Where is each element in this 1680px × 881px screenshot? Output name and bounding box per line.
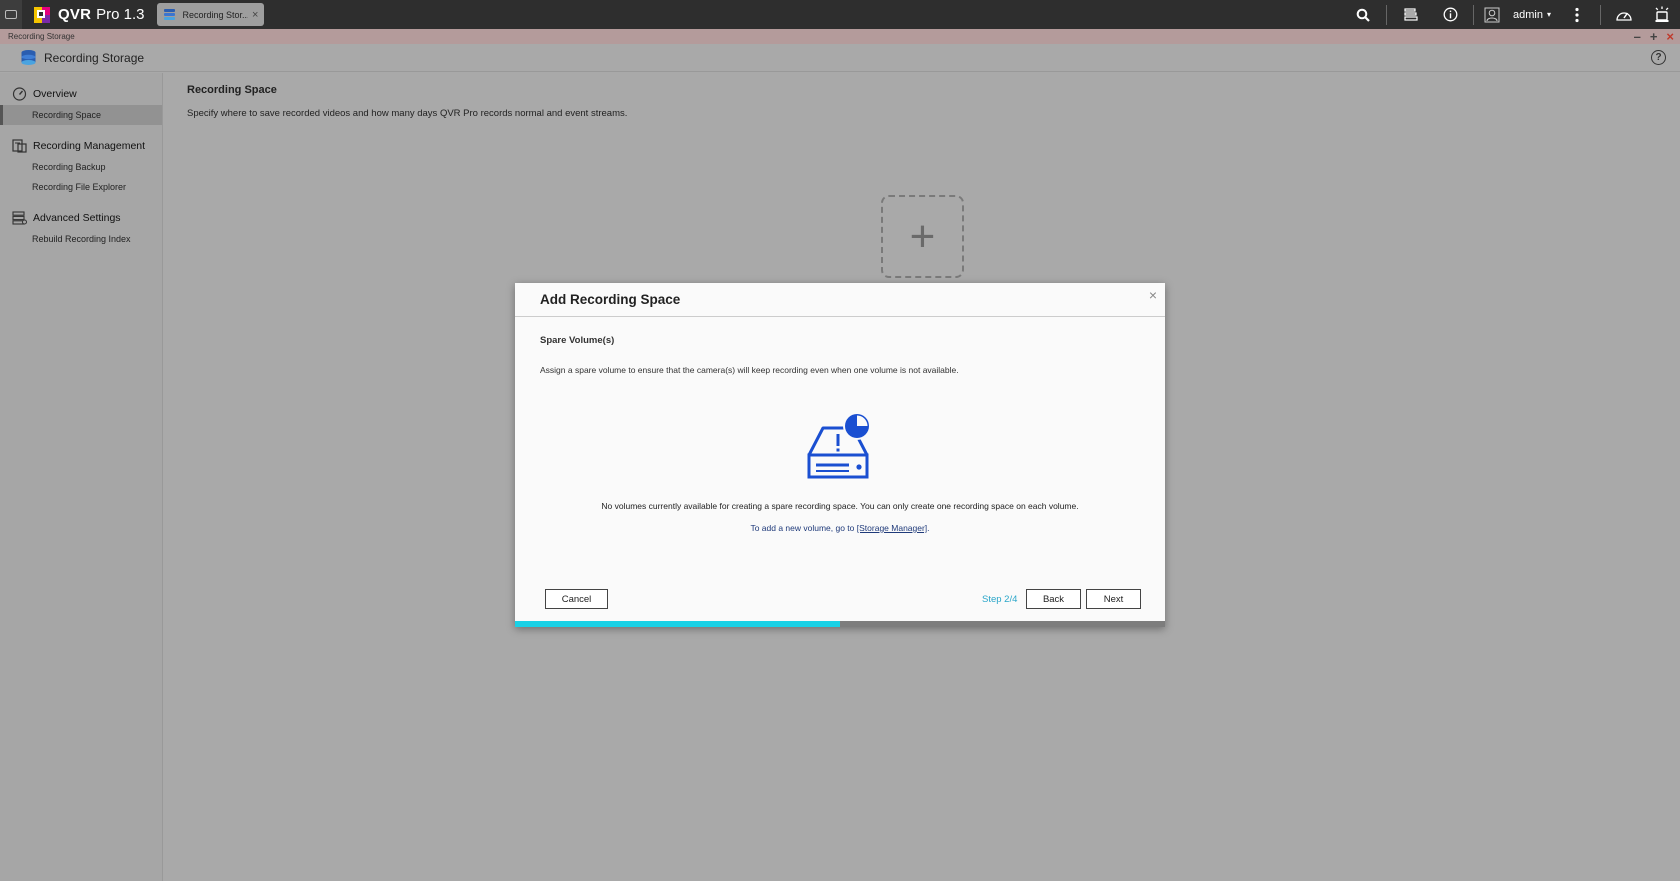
brand: QVR Pro 1.3 xyxy=(34,0,144,29)
page-description: Specify where to save recorded videos an… xyxy=(187,108,628,119)
app-header: Recording Storage ? xyxy=(0,44,1680,72)
qvr-logo-icon xyxy=(34,6,50,23)
cancel-button[interactable]: Cancel xyxy=(545,589,608,609)
storage-manager-link[interactable]: [Storage Manager] xyxy=(857,523,927,533)
sidebar-group-label: Recording Management xyxy=(33,140,146,152)
dialog-header: Add Recording Space xyxy=(515,283,1165,317)
file-management-icon xyxy=(12,139,27,153)
sidebar: Overview Recording Space Recording Manag… xyxy=(0,73,163,881)
section-title: Spare Volume(s) xyxy=(540,335,615,346)
window-close-button[interactable]: × xyxy=(1666,30,1674,43)
sidebar-item-recording-backup[interactable]: Recording Backup xyxy=(0,157,162,177)
no-volume-message: No volumes currently available for creat… xyxy=(601,501,1079,511)
top-bar: QVR Pro 1.3 Recording Stor... × admin ▾ xyxy=(0,0,1680,29)
minimize-button[interactable]: – xyxy=(1634,30,1641,43)
page-title: Recording Space xyxy=(187,84,277,96)
sidebar-group-overview[interactable]: Overview xyxy=(0,83,162,105)
chevron-down-icon: ▾ xyxy=(1546,10,1551,19)
app-title: Recording Storage xyxy=(44,50,145,65)
app-tab-label: Recording Stor... xyxy=(182,9,249,20)
more-options-button[interactable] xyxy=(1557,0,1597,29)
alarm-icon xyxy=(1655,6,1669,22)
hint-suffix: . xyxy=(927,523,930,533)
toolbar-divider xyxy=(1473,4,1475,25)
step-indicator: Step 2/4 xyxy=(982,594,1018,605)
dialog-close-button[interactable]: × xyxy=(1149,287,1157,303)
dashboard-icon xyxy=(1616,11,1632,21)
user-avatar[interactable] xyxy=(1477,0,1507,29)
back-button[interactable]: Back xyxy=(1026,589,1081,609)
gauge-icon xyxy=(12,87,27,101)
top-right-toolbar: admin ▾ xyxy=(1343,0,1680,29)
maximize-button[interactable]: + xyxy=(1650,30,1658,43)
search-button[interactable] xyxy=(1343,0,1383,29)
info-icon xyxy=(1443,7,1457,22)
sidebar-group-label: Advanced Settings xyxy=(33,212,121,224)
main-menu-button[interactable] xyxy=(0,0,22,29)
app-tab-recording-storage[interactable]: Recording Stor... × xyxy=(157,3,265,26)
menu-icon xyxy=(5,10,17,19)
more-vertical-icon xyxy=(1575,7,1579,22)
sidebar-item-recording-space[interactable]: Recording Space xyxy=(0,105,162,125)
dialog-title: Add Recording Space xyxy=(540,292,681,307)
storage-manager-hint: To add a new volume, go to [Storage Mana… xyxy=(515,523,1165,533)
add-recording-space-dialog: Add Recording Space × Spare Volume(s) As… xyxy=(515,283,1165,627)
search-icon xyxy=(1356,8,1370,22)
background-tasks-button[interactable] xyxy=(1390,0,1430,29)
window-title: Recording Storage xyxy=(8,32,75,41)
disk-warning-icon xyxy=(807,412,871,479)
sidebar-group-label: Overview xyxy=(33,88,77,100)
app-tab-close-button[interactable]: × xyxy=(252,9,258,21)
brand-version: Pro 1.3 xyxy=(96,6,145,23)
brand-name: QVR xyxy=(58,6,92,23)
window-title-strip: Recording Storage – + × xyxy=(0,29,1680,44)
plus-icon: + xyxy=(909,211,936,261)
wizard-progress-bar xyxy=(515,621,1165,627)
toolbar-divider xyxy=(1386,4,1388,25)
wizard-progress-fill xyxy=(515,621,840,627)
info-button[interactable] xyxy=(1430,0,1470,29)
settings-database-icon xyxy=(12,211,27,225)
alarm-button[interactable] xyxy=(1644,0,1680,29)
sidebar-group-recording-management[interactable]: Recording Management xyxy=(0,135,162,157)
next-button[interactable]: Next xyxy=(1086,589,1141,609)
sidebar-item-rebuild-recording-index[interactable]: Rebuild Recording Index xyxy=(0,229,162,249)
help-icon[interactable]: ? xyxy=(1651,50,1666,65)
recording-storage-icon xyxy=(21,50,36,65)
dashboard-button[interactable] xyxy=(1604,0,1644,29)
task-stack-icon xyxy=(1403,8,1418,21)
user-name: admin xyxy=(1513,8,1543,21)
toolbar-divider xyxy=(1600,4,1601,25)
add-recording-space-tile[interactable]: + xyxy=(881,195,964,278)
user-menu[interactable]: admin ▾ xyxy=(1507,9,1557,21)
section-description: Assign a spare volume to ensure that the… xyxy=(540,365,959,375)
hint-prefix: To add a new volume, go to xyxy=(750,523,857,533)
user-icon xyxy=(1484,7,1500,22)
sidebar-item-recording-file-explorer[interactable]: Recording File Explorer xyxy=(0,177,162,197)
sidebar-group-advanced-settings[interactable]: Advanced Settings xyxy=(0,207,162,229)
window-controls: – + × xyxy=(1634,29,1674,44)
recording-storage-icon xyxy=(164,9,176,20)
